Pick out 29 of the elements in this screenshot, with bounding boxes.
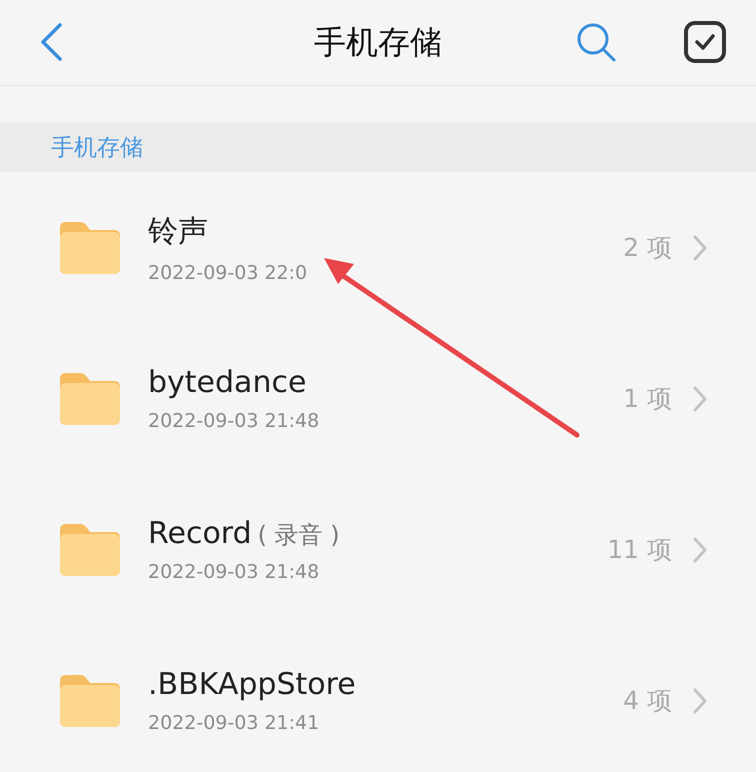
folder-icon — [60, 674, 120, 726]
chevron-right-icon — [692, 686, 708, 714]
item-count: 2 项 — [623, 232, 672, 264]
page-title: 手机存储 — [314, 22, 442, 62]
folder-name: .BBKAppStore — [148, 667, 356, 702]
item-count: 1 项 — [623, 383, 672, 415]
folder-note: ( 录音 ) — [258, 520, 340, 551]
chevron-right-icon — [692, 536, 708, 564]
folder-date: 2022-09-03 21:48 — [148, 561, 320, 583]
folder-name: bytedance — [148, 365, 306, 400]
folder-icon — [60, 222, 120, 274]
folder-row[interactable]: Record ( 录音 ) 2022-09-03 21:48 11 项 — [0, 474, 756, 625]
folder-row[interactable]: bytedance 2022-09-03 21:48 1 项 — [0, 323, 756, 474]
item-count: 11 项 — [607, 534, 672, 566]
folder-row[interactable]: 铃声 2022-09-03 22:0 2 项 — [0, 172, 756, 323]
folder-name: 铃声 — [148, 213, 208, 251]
folder-date: 2022-09-03 21:48 — [148, 410, 320, 432]
section-label: 手机存储 — [51, 134, 143, 162]
folder-name: Record — [148, 516, 252, 551]
chevron-right-icon — [692, 384, 708, 412]
item-count: 4 项 — [623, 685, 672, 717]
folder-date: 2022-09-03 22:0 — [148, 262, 308, 284]
select-button[interactable] — [683, 20, 727, 64]
folder-row[interactable]: .BBKAppStore 2022-09-03 21:41 4 项 — [0, 625, 756, 772]
chevron-right-icon — [692, 234, 708, 262]
folder-icon — [60, 372, 120, 424]
back-button[interactable] — [38, 22, 64, 62]
folder-icon — [60, 524, 120, 576]
folder-date: 2022-09-03 21:41 — [148, 712, 320, 734]
